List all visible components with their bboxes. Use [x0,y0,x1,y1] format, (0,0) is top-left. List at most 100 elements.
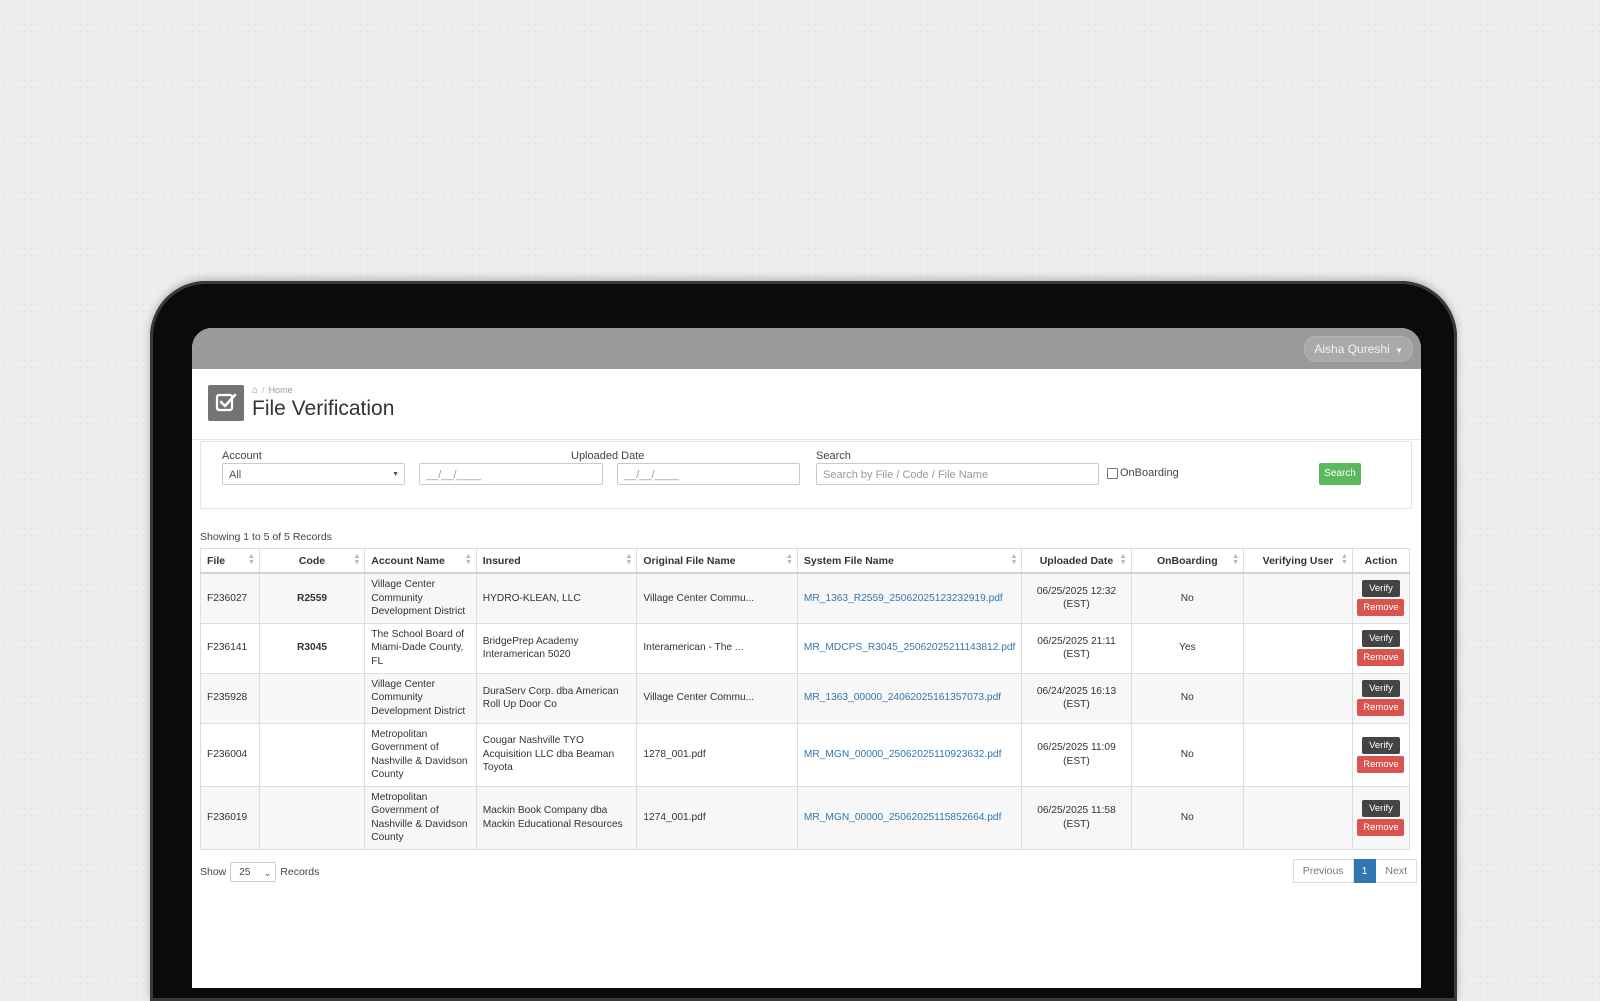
table-row: F236004 Metropolitan Government of Nashv… [200,722,1411,787]
cell-original-file-name: Interamerican - The ... [636,622,798,674]
verify-button[interactable]: Verify [1361,630,1400,647]
breadcrumb: ⌂ / Home [252,385,293,396]
cell-system-file-name: MR_MGN_00000_25062025115852664.pdf [796,785,1023,850]
sort-icon: ▲ ▼ [1232,553,1240,566]
column-header-code[interactable]: Code ▲ ▼ [258,548,366,574]
remove-button[interactable]: Remove [1357,818,1405,836]
system-file-link[interactable]: MR_MGN_00000_25062025110923632.pdf [804,749,1002,760]
verify-button[interactable]: Verify [1361,799,1400,817]
table-row: F236019 Metropolitan Government of Nashv… [200,785,1411,850]
date-to-input[interactable]: __/__/____ [617,463,800,485]
user-menu-button[interactable]: Aisha Qureshi ▼ [1304,336,1413,362]
page-length-value: 25 [239,867,251,878]
caret-down-icon: ▼ [392,471,399,478]
cell-file: F236141 [200,622,260,674]
cell-uploaded-date: 06/25/2025 21:11 (EST) [1021,622,1132,674]
page-1-button[interactable]: 1 [1353,859,1377,883]
sort-icon: ▲ ▼ [1341,553,1348,566]
cell-system-file-name: MR_1363_R2559_25062025123232919.pdf [796,572,1023,624]
caret-down-icon: ▼ [1395,346,1403,355]
cell-account-name: Village Center Community Development Dis… [364,672,477,724]
cell-onboarding: No [1130,672,1245,724]
column-header-onboarding[interactable]: OnBoarding ▲ ▼ [1130,548,1245,574]
uploaded-date-label: Uploaded Date [571,450,645,462]
next-page-button[interactable]: Next [1376,859,1417,883]
records-info: Showing 1 to 5 of 5 Records [200,531,332,543]
breadcrumb-home[interactable]: Home [269,385,293,395]
cell-insured: DuraServ Corp. dba American Roll Up Door… [475,672,638,724]
cell-code [258,722,366,787]
cell-code: R2559 [258,572,366,624]
column-header-account-name[interactable]: Account Name ▲ ▼ [364,548,477,574]
cell-onboarding: Yes [1130,622,1245,674]
remove-button[interactable]: Remove [1357,649,1405,666]
page-header: ⌂ / Home File Verification [192,369,1421,440]
checkbox-checked-icon [208,385,244,421]
cell-original-file-name: 1274_001.pdf [636,785,798,850]
account-select[interactable]: All ▼ [222,463,405,485]
table-row: F235928 Village Center Community Develop… [200,672,1411,724]
remove-button[interactable]: Remove [1357,699,1405,716]
verify-button[interactable]: Verify [1361,736,1400,754]
column-header-insured[interactable]: Insured ▲ ▼ [475,548,638,574]
table-row: F236141 R3045 The School Board of Miami-… [200,622,1411,674]
system-file-link[interactable]: MR_1363_R2559_25062025123232919.pdf [804,593,1003,604]
column-header-original-file-name[interactable]: Original File Name ▲ ▼ [636,548,798,574]
column-header-file[interactable]: File ▲ ▼ [200,548,260,574]
column-header-verifying-user[interactable]: Verifying User ▲ ▼ [1243,548,1353,574]
cell-action: Verify Remove [1351,622,1411,674]
onboarding-checkbox[interactable] [1107,467,1118,479]
remove-button[interactable]: Remove [1357,755,1405,773]
column-header-label: Code [298,554,326,567]
cell-code: R3045 [258,622,366,674]
page-length-select[interactable]: 25 ⌄ [230,862,277,882]
account-select-value: All [229,469,242,481]
remove-button[interactable]: Remove [1357,599,1405,617]
search-input[interactable]: Search by File / Code / File Name [816,463,1099,485]
cell-insured: Cougar Nashville TYO Acquisition LLC dba… [475,722,638,787]
cell-uploaded-date: 06/25/2025 11:58 (EST) [1021,785,1132,850]
system-file-link[interactable]: MR_1363_00000_24062025161357073.pdf [804,692,1001,703]
page-length-control: Show 25 ⌄ Records [200,862,319,882]
cell-verifying-user [1243,622,1353,674]
cell-insured: HYDRO-KLEAN, LLC [475,572,638,624]
cell-action: Verify Remove [1351,722,1411,787]
page-title: File Verification [252,397,395,420]
sort-icon: ▲ ▼ [625,553,633,566]
cell-verifying-user [1243,672,1353,724]
verify-button[interactable]: Verify [1361,580,1400,598]
cell-file: F235928 [200,672,260,724]
cell-uploaded-date: 06/24/2025 16:13 (EST) [1021,672,1132,724]
sort-icon: ▲ ▼ [464,553,472,566]
column-header-action: Action [1351,548,1411,574]
column-header-system-file-name[interactable]: System File Name ▲ ▼ [796,548,1023,574]
cell-file: F236004 [200,722,260,787]
cell-onboarding: No [1130,785,1245,850]
cell-verifying-user [1243,785,1353,850]
sort-icon: ▲ ▼ [785,553,793,566]
sort-icon: ▲ ▼ [247,553,255,566]
previous-page-button[interactable]: Previous [1292,859,1354,883]
search-button[interactable]: Search [1319,463,1361,485]
column-header-label: Verifying User [1262,554,1334,567]
system-file-link[interactable]: MR_MGN_00000_25062025115852664.pdf [804,812,1002,823]
column-header-uploaded-date[interactable]: Uploaded Date ▲ ▼ [1021,548,1132,574]
table-row: F236027 R2559 Village Center Community D… [200,572,1411,624]
cell-insured: Mackin Book Company dba Mackin Education… [475,785,638,850]
column-header-label: System File Name [803,554,894,567]
verify-button[interactable]: Verify [1361,680,1400,697]
cell-action: Verify Remove [1351,572,1411,624]
cell-account-name: Metropolitan Government of Nashville & D… [364,722,477,787]
records-label: Records [280,866,320,878]
system-file-link[interactable]: MR_MDCPS_R3045_25062025211143812.pdf [804,642,1015,653]
date-from-input[interactable]: __/__/____ [419,463,603,485]
onboarding-filter[interactable]: OnBoarding [1107,467,1179,479]
cell-verifying-user [1243,722,1353,787]
app-screen: Aisha Qureshi ▼ ⌂ / Home File Verification… [192,328,1421,988]
home-icon[interactable]: ⌂ [252,385,258,396]
cell-file: F236019 [200,785,260,850]
pagination: Previous 1 Next [1292,859,1417,883]
cell-account-name: The School Board of Miami-Dade County, F… [364,622,477,674]
cell-account-name: Metropolitan Government of Nashville & D… [364,785,477,850]
cell-system-file-name: MR_1363_00000_24062025161357073.pdf [796,672,1023,724]
